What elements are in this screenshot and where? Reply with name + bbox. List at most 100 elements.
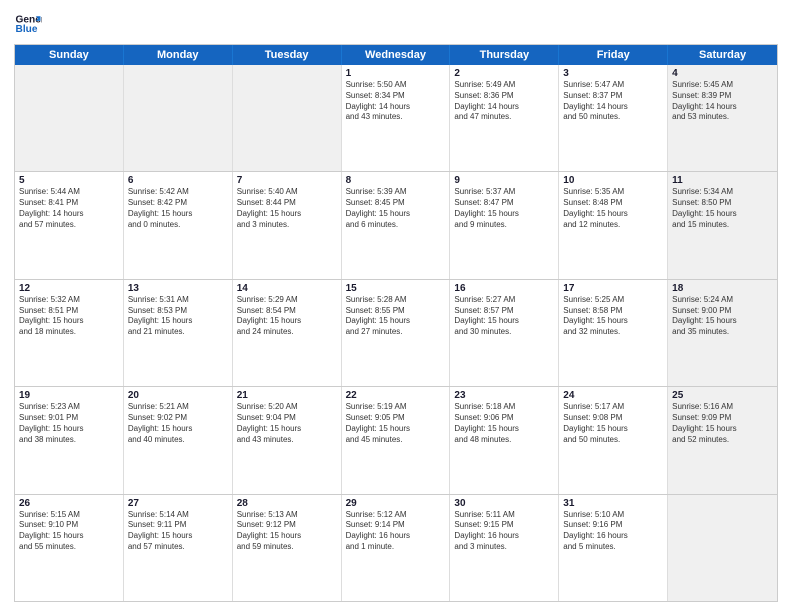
day-info: Sunrise: 5:15 AM Sunset: 9:10 PM Dayligh… (19, 510, 119, 553)
empty-cell-4-6 (668, 495, 777, 601)
day-info: Sunrise: 5:19 AM Sunset: 9:05 PM Dayligh… (346, 402, 446, 445)
day-number: 12 (19, 283, 119, 294)
day-info: Sunrise: 5:44 AM Sunset: 8:41 PM Dayligh… (19, 187, 119, 230)
day-number: 3 (563, 68, 663, 79)
svg-text:Blue: Blue (16, 24, 38, 35)
calendar-row-1: 5Sunrise: 5:44 AM Sunset: 8:41 PM Daylig… (15, 171, 777, 278)
day-info: Sunrise: 5:12 AM Sunset: 9:14 PM Dayligh… (346, 510, 446, 553)
day-cell-29: 29Sunrise: 5:12 AM Sunset: 9:14 PM Dayli… (342, 495, 451, 601)
page: General Blue SundayMondayTuesdayWednesda… (0, 0, 792, 612)
day-cell-1: 1Sunrise: 5:50 AM Sunset: 8:34 PM Daylig… (342, 65, 451, 171)
day-cell-25: 25Sunrise: 5:16 AM Sunset: 9:09 PM Dayli… (668, 387, 777, 493)
day-info: Sunrise: 5:24 AM Sunset: 9:00 PM Dayligh… (672, 295, 773, 338)
day-cell-18: 18Sunrise: 5:24 AM Sunset: 9:00 PM Dayli… (668, 280, 777, 386)
day-info: Sunrise: 5:10 AM Sunset: 9:16 PM Dayligh… (563, 510, 663, 553)
day-cell-30: 30Sunrise: 5:11 AM Sunset: 9:15 PM Dayli… (450, 495, 559, 601)
day-cell-27: 27Sunrise: 5:14 AM Sunset: 9:11 PM Dayli… (124, 495, 233, 601)
empty-cell-0-1 (124, 65, 233, 171)
day-number: 6 (128, 175, 228, 186)
day-info: Sunrise: 5:28 AM Sunset: 8:55 PM Dayligh… (346, 295, 446, 338)
day-info: Sunrise: 5:42 AM Sunset: 8:42 PM Dayligh… (128, 187, 228, 230)
day-number: 16 (454, 283, 554, 294)
day-info: Sunrise: 5:23 AM Sunset: 9:01 PM Dayligh… (19, 402, 119, 445)
empty-cell-0-0 (15, 65, 124, 171)
day-info: Sunrise: 5:25 AM Sunset: 8:58 PM Dayligh… (563, 295, 663, 338)
day-cell-22: 22Sunrise: 5:19 AM Sunset: 9:05 PM Dayli… (342, 387, 451, 493)
day-info: Sunrise: 5:32 AM Sunset: 8:51 PM Dayligh… (19, 295, 119, 338)
calendar: SundayMondayTuesdayWednesdayThursdayFrid… (14, 44, 778, 602)
day-cell-17: 17Sunrise: 5:25 AM Sunset: 8:58 PM Dayli… (559, 280, 668, 386)
day-info: Sunrise: 5:21 AM Sunset: 9:02 PM Dayligh… (128, 402, 228, 445)
day-cell-10: 10Sunrise: 5:35 AM Sunset: 8:48 PM Dayli… (559, 172, 668, 278)
day-number: 2 (454, 68, 554, 79)
day-number: 29 (346, 498, 446, 509)
day-number: 28 (237, 498, 337, 509)
day-number: 17 (563, 283, 663, 294)
day-cell-21: 21Sunrise: 5:20 AM Sunset: 9:04 PM Dayli… (233, 387, 342, 493)
day-info: Sunrise: 5:17 AM Sunset: 9:08 PM Dayligh… (563, 402, 663, 445)
calendar-body: 1Sunrise: 5:50 AM Sunset: 8:34 PM Daylig… (15, 65, 777, 601)
day-cell-3: 3Sunrise: 5:47 AM Sunset: 8:37 PM Daylig… (559, 65, 668, 171)
day-info: Sunrise: 5:14 AM Sunset: 9:11 PM Dayligh… (128, 510, 228, 553)
day-number: 26 (19, 498, 119, 509)
day-number: 24 (563, 390, 663, 401)
weekday-header-friday: Friday (559, 45, 668, 65)
day-number: 5 (19, 175, 119, 186)
day-cell-4: 4Sunrise: 5:45 AM Sunset: 8:39 PM Daylig… (668, 65, 777, 171)
day-info: Sunrise: 5:34 AM Sunset: 8:50 PM Dayligh… (672, 187, 773, 230)
day-number: 4 (672, 68, 773, 79)
day-cell-6: 6Sunrise: 5:42 AM Sunset: 8:42 PM Daylig… (124, 172, 233, 278)
day-info: Sunrise: 5:31 AM Sunset: 8:53 PM Dayligh… (128, 295, 228, 338)
day-cell-5: 5Sunrise: 5:44 AM Sunset: 8:41 PM Daylig… (15, 172, 124, 278)
calendar-row-4: 26Sunrise: 5:15 AM Sunset: 9:10 PM Dayli… (15, 494, 777, 601)
day-number: 30 (454, 498, 554, 509)
logo-icon: General Blue (14, 10, 42, 38)
day-number: 8 (346, 175, 446, 186)
day-number: 9 (454, 175, 554, 186)
day-cell-7: 7Sunrise: 5:40 AM Sunset: 8:44 PM Daylig… (233, 172, 342, 278)
day-cell-12: 12Sunrise: 5:32 AM Sunset: 8:51 PM Dayli… (15, 280, 124, 386)
day-number: 7 (237, 175, 337, 186)
header: General Blue (14, 10, 778, 38)
day-cell-19: 19Sunrise: 5:23 AM Sunset: 9:01 PM Dayli… (15, 387, 124, 493)
day-cell-11: 11Sunrise: 5:34 AM Sunset: 8:50 PM Dayli… (668, 172, 777, 278)
day-cell-8: 8Sunrise: 5:39 AM Sunset: 8:45 PM Daylig… (342, 172, 451, 278)
weekday-header-tuesday: Tuesday (233, 45, 342, 65)
day-info: Sunrise: 5:47 AM Sunset: 8:37 PM Dayligh… (563, 80, 663, 123)
day-cell-2: 2Sunrise: 5:49 AM Sunset: 8:36 PM Daylig… (450, 65, 559, 171)
day-number: 18 (672, 283, 773, 294)
day-info: Sunrise: 5:11 AM Sunset: 9:15 PM Dayligh… (454, 510, 554, 553)
day-number: 25 (672, 390, 773, 401)
calendar-row-0: 1Sunrise: 5:50 AM Sunset: 8:34 PM Daylig… (15, 65, 777, 171)
weekday-header-monday: Monday (124, 45, 233, 65)
weekday-header-thursday: Thursday (450, 45, 559, 65)
weekday-header-sunday: Sunday (15, 45, 124, 65)
day-info: Sunrise: 5:16 AM Sunset: 9:09 PM Dayligh… (672, 402, 773, 445)
day-number: 31 (563, 498, 663, 509)
logo: General Blue (14, 10, 42, 38)
day-number: 13 (128, 283, 228, 294)
day-cell-24: 24Sunrise: 5:17 AM Sunset: 9:08 PM Dayli… (559, 387, 668, 493)
day-cell-15: 15Sunrise: 5:28 AM Sunset: 8:55 PM Dayli… (342, 280, 451, 386)
day-cell-28: 28Sunrise: 5:13 AM Sunset: 9:12 PM Dayli… (233, 495, 342, 601)
day-cell-20: 20Sunrise: 5:21 AM Sunset: 9:02 PM Dayli… (124, 387, 233, 493)
day-info: Sunrise: 5:35 AM Sunset: 8:48 PM Dayligh… (563, 187, 663, 230)
day-info: Sunrise: 5:29 AM Sunset: 8:54 PM Dayligh… (237, 295, 337, 338)
day-cell-23: 23Sunrise: 5:18 AM Sunset: 9:06 PM Dayli… (450, 387, 559, 493)
day-info: Sunrise: 5:13 AM Sunset: 9:12 PM Dayligh… (237, 510, 337, 553)
calendar-header: SundayMondayTuesdayWednesdayThursdayFrid… (15, 45, 777, 65)
day-number: 15 (346, 283, 446, 294)
weekday-header-saturday: Saturday (668, 45, 777, 65)
day-cell-16: 16Sunrise: 5:27 AM Sunset: 8:57 PM Dayli… (450, 280, 559, 386)
day-number: 20 (128, 390, 228, 401)
calendar-row-2: 12Sunrise: 5:32 AM Sunset: 8:51 PM Dayli… (15, 279, 777, 386)
day-info: Sunrise: 5:49 AM Sunset: 8:36 PM Dayligh… (454, 80, 554, 123)
day-cell-13: 13Sunrise: 5:31 AM Sunset: 8:53 PM Dayli… (124, 280, 233, 386)
day-info: Sunrise: 5:20 AM Sunset: 9:04 PM Dayligh… (237, 402, 337, 445)
day-number: 19 (19, 390, 119, 401)
day-info: Sunrise: 5:40 AM Sunset: 8:44 PM Dayligh… (237, 187, 337, 230)
day-info: Sunrise: 5:37 AM Sunset: 8:47 PM Dayligh… (454, 187, 554, 230)
day-cell-26: 26Sunrise: 5:15 AM Sunset: 9:10 PM Dayli… (15, 495, 124, 601)
day-info: Sunrise: 5:27 AM Sunset: 8:57 PM Dayligh… (454, 295, 554, 338)
day-info: Sunrise: 5:18 AM Sunset: 9:06 PM Dayligh… (454, 402, 554, 445)
